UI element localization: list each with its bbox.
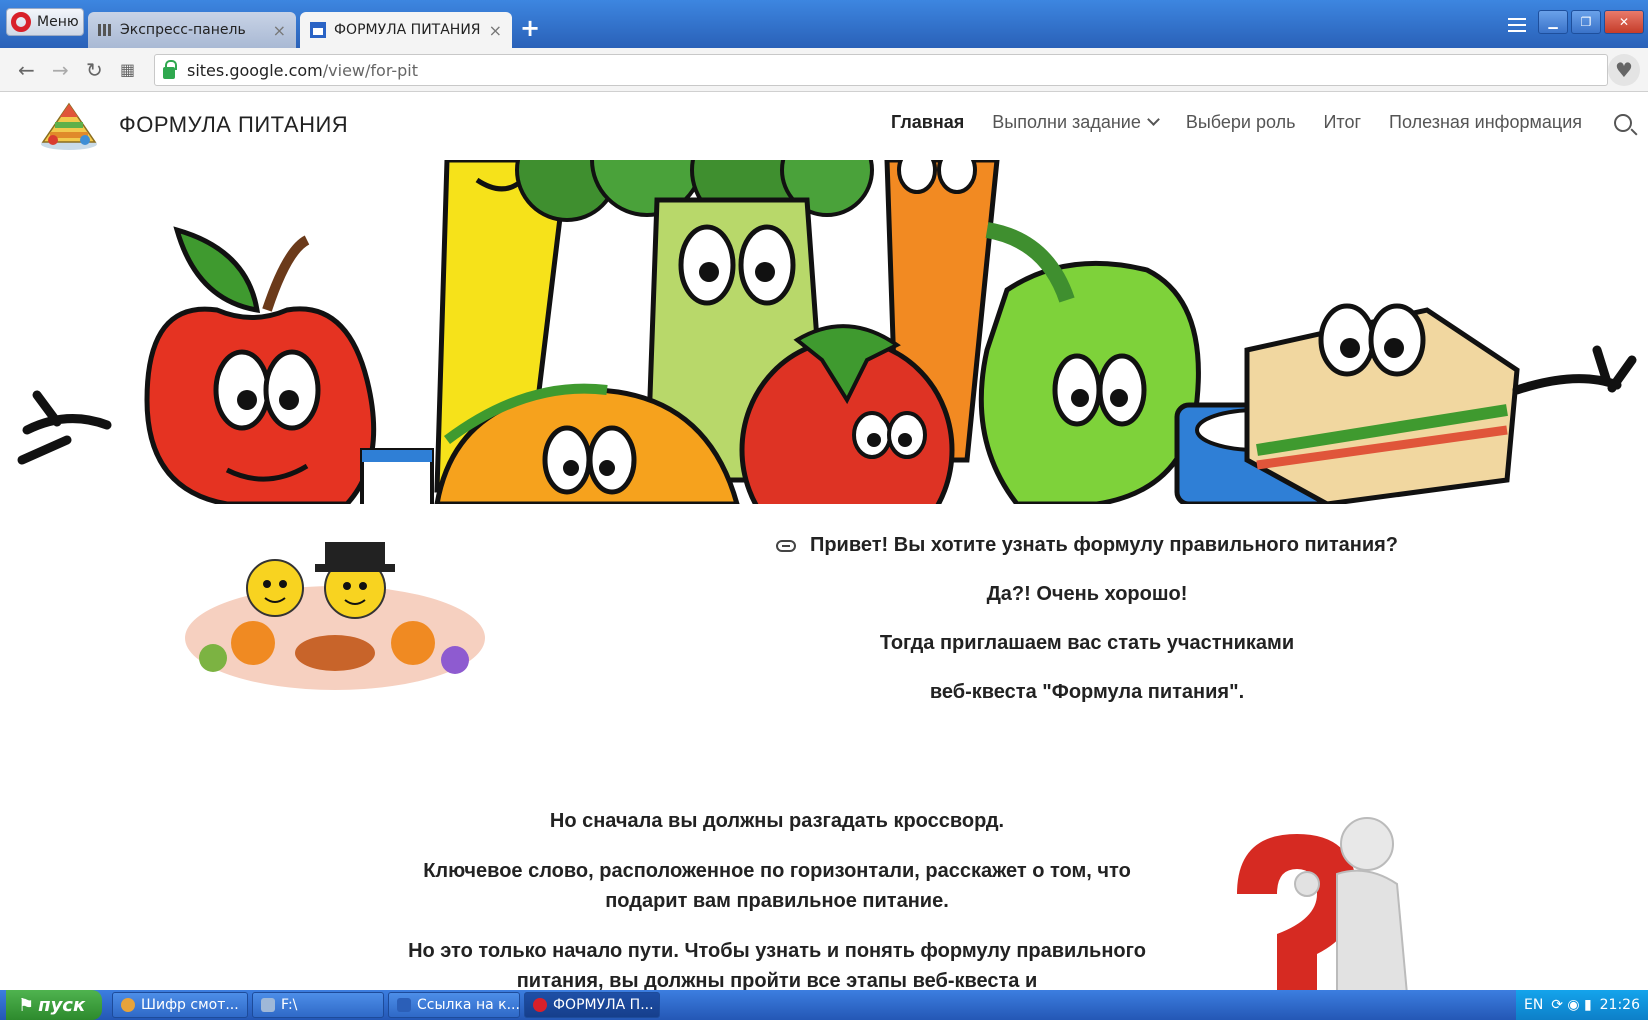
body-paragraph: Ключевое слово, расположенное по горизон… (423, 860, 1131, 912)
new-tab-button[interactable]: + (520, 14, 540, 42)
start-button[interactable]: ⚑ пуск (6, 990, 102, 1020)
window-controls: ▁ ❐ ✕ (1538, 10, 1644, 34)
opera-menu-button[interactable]: Меню (6, 8, 84, 36)
lock-icon (163, 60, 177, 79)
windows-taskbar: ⚑ пуск Шифр смот... F:\ Ссылка на к... Ф… (0, 990, 1648, 1020)
tab-close-icon[interactable]: × (489, 21, 502, 40)
nav-item-label: Выполни задание (992, 112, 1141, 132)
main-content: Привет! Вы хотите узнать формулу правиль… (7, 504, 1648, 990)
nav-item-choose-role[interactable]: Выбери роль (1186, 112, 1296, 133)
intro-line: Тогда приглашаем вас стать участниками (879, 632, 1295, 654)
address-toolbar: ← → ↻ ▦ sites.google.com/view/for-pit ♥ (0, 48, 1648, 92)
restore-button[interactable]: ❐ (1571, 10, 1601, 34)
intro-text: Привет! Вы хотите узнать формулу правиль… (767, 534, 1407, 730)
word-icon (397, 998, 411, 1012)
speed-dial-grid-icon[interactable]: ▦ (120, 60, 135, 79)
tab-close-icon[interactable]: × (273, 21, 286, 40)
question-mark-figure-image (1237, 817, 1408, 990)
taskbar-item-explorer[interactable]: F:\ (252, 992, 384, 1018)
search-icon[interactable] (1614, 113, 1632, 132)
close-window-button[interactable]: ✕ (1604, 10, 1644, 34)
speed-dial-icon (98, 24, 112, 36)
language-indicator[interactable]: EN (1524, 997, 1543, 1013)
opera-logo-icon (11, 12, 31, 32)
nav-item-home[interactable]: Главная (891, 112, 964, 133)
clock[interactable]: 21:26 (1600, 997, 1640, 1013)
site-header: ФОРМУЛА ПИТАНИЯ Главная Выполни задание … (7, 92, 1648, 160)
url-text: sites.google.com/view/for-pit (187, 60, 419, 80)
intro-line: Да?! Очень хорошо! (986, 583, 1188, 605)
body-paragraph: Но сначала вы должны разгадать кроссворд… (549, 810, 1005, 832)
task-label: F:\ (281, 997, 298, 1013)
minimize-button[interactable]: ▁ (1538, 10, 1568, 34)
cartoon-food-illustration (17, 160, 1637, 504)
site-title[interactable]: ФОРМУЛА ПИТАНИЯ (119, 112, 348, 138)
intro-line: Привет! Вы хотите узнать формулу правиль… (767, 534, 1407, 583)
drive-icon (261, 998, 275, 1012)
link-icon[interactable] (775, 539, 796, 552)
tab-express-panel[interactable]: Экспресс-панель × (88, 12, 296, 48)
tab-formula-pitaniya[interactable]: ФОРМУЛА ПИТАНИЯ × (300, 12, 512, 48)
system-tray: EN ⟳ ◉ ▮ 21:26 (1516, 990, 1648, 1020)
tab-menu-icon[interactable] (1508, 18, 1526, 32)
browser-tabbar: Меню Экспресс-панель × ФОРМУЛА ПИТАНИЯ ×… (0, 0, 1648, 48)
opera-menu-label: Меню (37, 14, 79, 30)
opera-icon (533, 998, 547, 1012)
google-sites-icon (310, 22, 326, 38)
tray-icons[interactable]: ⟳ ◉ ▮ (1551, 997, 1592, 1013)
forward-arrow-icon[interactable]: → (52, 58, 69, 82)
back-arrow-icon[interactable]: ← (18, 58, 35, 82)
stash-heart-icon[interactable]: ♥ (1608, 54, 1640, 86)
reload-icon[interactable]: ↻ (86, 58, 103, 82)
task-label: ФОРМУЛА П... (553, 997, 654, 1013)
tab-title: Экспресс-панель (120, 22, 246, 38)
windows-flag-icon: ⚑ (18, 994, 35, 1016)
nav-item-result[interactable]: Итог (1323, 112, 1361, 133)
body-text: Но сначала вы должны разгадать кроссворд… (387, 806, 1167, 990)
chevron-down-icon (1146, 113, 1160, 126)
url-field[interactable]: sites.google.com/view/for-pit (154, 54, 1608, 86)
site-logo[interactable] (39, 102, 99, 150)
tab-title: ФОРМУЛА ПИТАНИЯ (334, 22, 481, 38)
harvest-smileys-image (185, 542, 485, 690)
chrome-icon (121, 998, 135, 1012)
nav-item-tasks[interactable]: Выполни задание (992, 112, 1160, 133)
banner-image (7, 160, 1648, 504)
taskbar-item-opera[interactable]: ФОРМУЛА П... (524, 992, 660, 1018)
start-label: пуск (38, 994, 86, 1016)
task-label: Ссылка на к... (417, 997, 520, 1013)
site-nav: Главная Выполни задание Выбери роль Итог… (891, 112, 1632, 133)
task-label: Шифр смот... (141, 997, 239, 1013)
intro-line: веб-квеста "Формула питания". (929, 681, 1245, 703)
body-paragraph: Но это только начало пути. Чтобы узнать … (408, 940, 1146, 990)
nav-item-useful-info[interactable]: Полезная информация (1389, 112, 1582, 133)
taskbar-item-chrome[interactable]: Шифр смот... (112, 992, 248, 1018)
taskbar-item-word[interactable]: Ссылка на к... (388, 992, 520, 1018)
